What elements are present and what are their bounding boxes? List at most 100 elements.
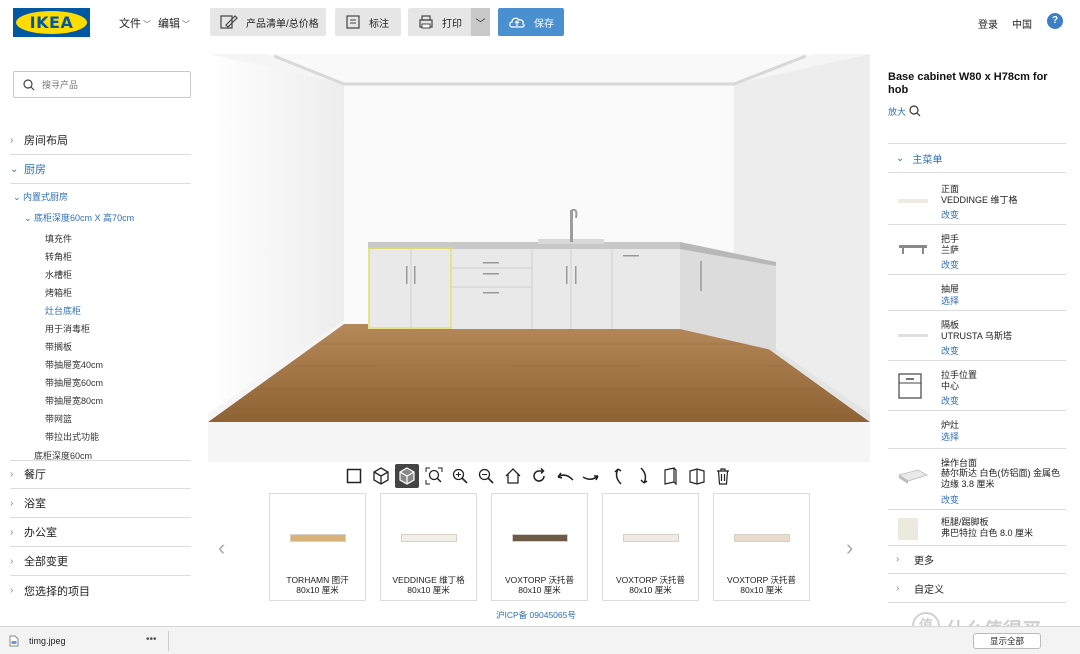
- option-worktop[interactable]: 操作台面 赫尔斯达 白色(仿铝面) 金属色边缘 3.8 厘米 改变: [888, 449, 1066, 510]
- option-action-link[interactable]: 改变: [941, 344, 959, 357]
- customize-options[interactable]: › 自定义: [888, 575, 1066, 603]
- menu-edit[interactable]: 编辑 ﹀: [158, 15, 190, 31]
- option-action-link[interactable]: 改变: [941, 493, 959, 506]
- item-pullout[interactable]: 带拉出式功能: [45, 430, 99, 443]
- menu-file[interactable]: 文件 ﹀: [119, 15, 151, 31]
- option-legs-plinth[interactable]: 柜腿/踢脚板 弗巴特拉 白色 8.0 厘米: [888, 510, 1066, 546]
- tilt-up-icon[interactable]: [606, 464, 630, 488]
- option-handle[interactable]: 把手 兰萨 改变: [888, 225, 1066, 275]
- download-filename[interactable]: timg.jpeg: [29, 636, 66, 646]
- option-front[interactable]: 正面 VEDDINGE 维丁格 改变: [888, 175, 1066, 225]
- trash-icon[interactable]: [711, 464, 735, 488]
- print-dropdown-icon[interactable]: ﹀: [471, 8, 490, 36]
- rotate-right-icon[interactable]: [527, 464, 551, 488]
- category-my-selection[interactable]: › 您选择的项目: [10, 576, 191, 605]
- more-options[interactable]: › 更多: [888, 546, 1066, 574]
- option-drawer[interactable]: 抽屉 选择: [888, 275, 1066, 311]
- product-thumbnail: [623, 534, 679, 542]
- item-drawer-60[interactable]: 带抽屉宽60cm: [45, 376, 103, 389]
- product-list-button[interactable]: 产品清单/总价格: [210, 8, 326, 36]
- main-menu-toggle[interactable]: ⌄ 主菜单: [888, 143, 1066, 173]
- option-shelf[interactable]: 隔板 UTRUSTA 乌斯塔 改变: [888, 311, 1066, 361]
- category-label: 您选择的项目: [24, 585, 90, 598]
- turn-right-icon[interactable]: [579, 464, 603, 488]
- product-thumbnail: [734, 534, 790, 542]
- product-thumbnail: [290, 534, 346, 542]
- search-box[interactable]: [13, 71, 191, 98]
- item-filler[interactable]: 填充件: [45, 232, 72, 245]
- search-input[interactable]: [42, 77, 182, 93]
- carousel-prev-icon[interactable]: ‹: [218, 535, 225, 561]
- category-bathroom[interactable]: › 浴室: [10, 489, 191, 518]
- chevron-right-icon: ›: [10, 585, 14, 596]
- room-view-icon[interactable]: [685, 464, 709, 488]
- product-list-label: 产品清单/总价格: [246, 18, 319, 30]
- product-card[interactable]: VOXTORP 沃托普 80x10 厘米: [491, 493, 588, 601]
- item-drawer-40[interactable]: 带抽屉宽40cm: [45, 358, 103, 371]
- option-action-link[interactable]: 改变: [941, 258, 959, 271]
- product-name: VOXTORP 沃托普: [504, 575, 575, 585]
- print-button[interactable]: 打印 ﹀: [408, 8, 490, 36]
- more-label: 更多: [914, 556, 934, 567]
- item-basket[interactable]: 带网篮: [45, 412, 72, 425]
- option-action-link[interactable]: 选择: [941, 294, 959, 307]
- option-action-link[interactable]: 改变: [941, 208, 959, 221]
- category-dining[interactable]: › 餐厅: [10, 460, 191, 489]
- item-sink[interactable]: 水槽柜: [45, 268, 72, 281]
- 3d-kitchen-view[interactable]: [208, 54, 870, 462]
- item-shelf[interactable]: 带搁板: [45, 340, 72, 353]
- 3d-solid-icon[interactable]: [395, 464, 419, 488]
- item-oven[interactable]: 烤箱柜: [45, 286, 72, 299]
- help-icon[interactable]: ?: [1047, 13, 1063, 29]
- zoom-button[interactable]: 放大: [888, 105, 921, 118]
- option-value: 兰萨: [941, 245, 960, 255]
- product-title: Base cabinet W80 x H78cm for hob: [888, 71, 1048, 96]
- option-hob[interactable]: 炉灶 选择: [888, 411, 1066, 449]
- product-card[interactable]: VOXTORP 沃托普 80x10 厘米: [602, 493, 699, 601]
- option-value: VEDDINGE 维丁格: [941, 195, 1018, 205]
- 3d-wireframe-icon[interactable]: [369, 464, 393, 488]
- region-link[interactable]: 中国: [1012, 16, 1032, 31]
- zoom-out-icon[interactable]: [474, 464, 498, 488]
- category-kitchen[interactable]: ⌄ 厨房: [10, 155, 191, 184]
- tilt-down-icon[interactable]: [632, 464, 656, 488]
- zoom-fit-icon[interactable]: [422, 464, 446, 488]
- item-hob-selected[interactable]: 灶台底柜: [45, 304, 81, 317]
- download-more-icon[interactable]: •••: [146, 634, 157, 645]
- zoom-label: 放大: [888, 107, 907, 117]
- 2d-view-icon[interactable]: [342, 464, 366, 488]
- login-link[interactable]: 登录: [978, 16, 998, 31]
- icp-license-link[interactable]: 沪ICP备 09045065号: [496, 609, 576, 621]
- item-sterilizer[interactable]: 用于消毒柜: [45, 322, 90, 335]
- home-icon[interactable]: [501, 464, 525, 488]
- kitchen-render: [208, 54, 870, 462]
- subcategory-base-depth[interactable]: ⌄ 底柜深度60cm X 高70cm: [24, 211, 134, 224]
- front-thumbnail: [898, 199, 928, 203]
- option-action-link[interactable]: 选择: [941, 430, 959, 443]
- ikea-logo[interactable]: IKEA: [13, 8, 90, 37]
- item-drawer-80[interactable]: 带抽屉宽80cm: [45, 394, 103, 407]
- show-all-button[interactable]: 显示全部: [973, 633, 1041, 649]
- category-office[interactable]: › 办公室: [10, 518, 191, 547]
- product-name: TORHAMN 图汗: [286, 575, 349, 585]
- annotate-button[interactable]: 标注: [335, 8, 401, 36]
- subcategory-label: 内置式厨房: [23, 192, 69, 202]
- zoom-in-icon[interactable]: [448, 464, 472, 488]
- product-card[interactable]: VOXTORP 沃托普 80x10 厘米: [713, 493, 810, 601]
- chevron-down-icon: ⌄: [13, 192, 24, 202]
- subcategory-builtin-kitchen[interactable]: ⌄ 内置式厨房: [13, 190, 68, 203]
- turn-left-icon[interactable]: [553, 464, 577, 488]
- category-all-changes[interactable]: › 全部变更: [10, 547, 191, 576]
- main-menu-label: 主菜单: [912, 154, 943, 166]
- carousel-next-icon[interactable]: ›: [846, 535, 853, 561]
- option-handle-position[interactable]: 拉手位置 中心 改变: [888, 361, 1066, 411]
- product-card[interactable]: TORHAMN 图汗 80x10 厘米: [269, 493, 366, 601]
- option-action-link[interactable]: 改变: [941, 394, 959, 407]
- wall-view-icon[interactable]: [658, 464, 682, 488]
- chevron-down-icon: ⌄: [24, 213, 35, 223]
- product-card[interactable]: VEDDINGE 维丁格 80x10 厘米: [380, 493, 477, 601]
- product-size: 80x10 厘米: [518, 585, 561, 595]
- save-button[interactable]: 保存: [498, 8, 564, 36]
- category-room-layout[interactable]: › 房间布局: [10, 126, 191, 155]
- item-corner[interactable]: 转角柜: [45, 250, 72, 263]
